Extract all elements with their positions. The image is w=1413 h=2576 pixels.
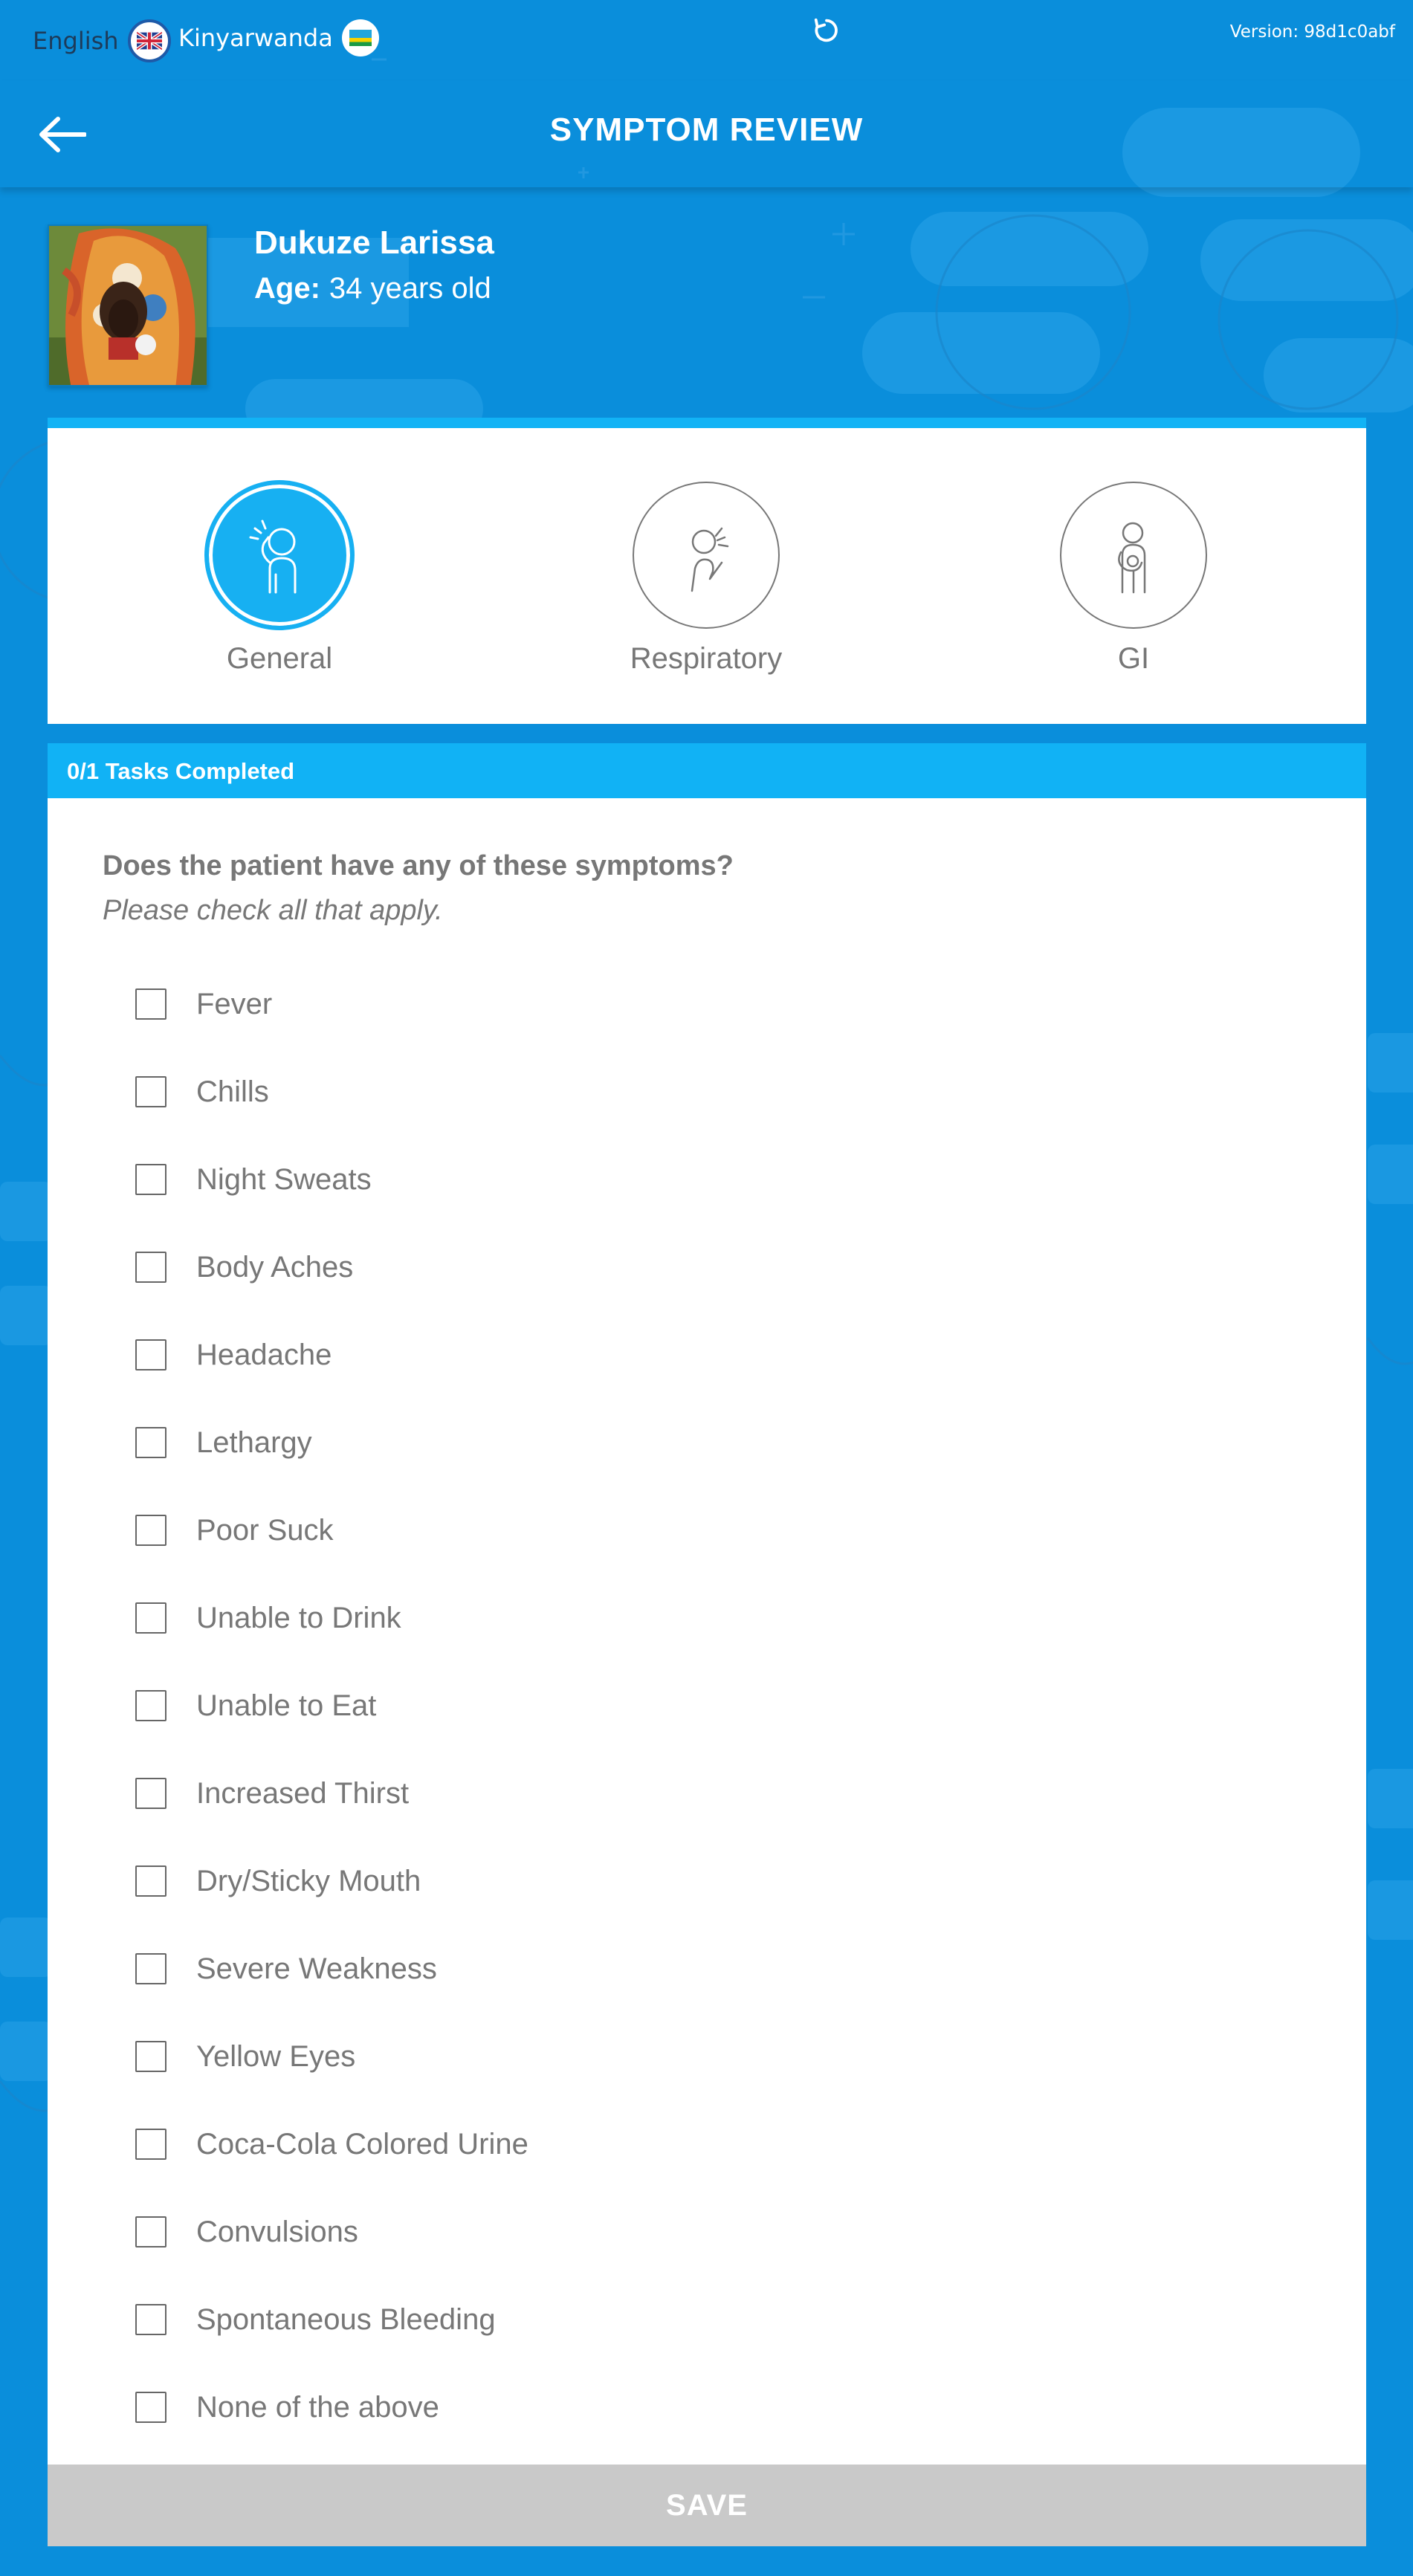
symptom-option-lethargy[interactable]: Lethargy [135,1399,528,1486]
respiratory-symptom-icon [633,482,780,629]
tab-respiratory[interactable]: Respiratory [595,482,818,676]
symptom-option-coca-cola-urine[interactable]: Coca-Cola Colored Urine [135,2100,528,2188]
symptom-options: Fever Chills Night Sweats Body Aches Hea… [135,960,528,2451]
tab-label: Respiratory [630,642,783,675]
symptom-option-increased-thirst[interactable]: Increased Thirst [135,1750,528,1837]
option-label: Lethargy [196,1425,312,1459]
language-label: Kinyarwanda [178,24,333,52]
save-button[interactable]: SAVE [48,2465,1366,2546]
patient-summary: Dukuze Larissa Age: 34 years old [48,224,494,386]
option-label: Convulsions [196,2215,358,2248]
checkbox[interactable] [135,1252,166,1283]
form-question: Does the patient have any of these sympt… [103,850,734,881]
version-label: Version: 98d1c0abf [1229,22,1395,42]
checkbox[interactable] [135,2304,166,2335]
symptom-category-tabs: General Respiratory GI [48,418,1366,724]
checkbox[interactable] [135,1339,166,1370]
symptom-option-fever[interactable]: Fever [135,960,528,1048]
option-label: Fever [196,987,273,1020]
language-kinyarwanda[interactable]: Kinyarwanda [178,19,379,56]
page-title: SYMPTOM REVIEW [549,111,864,148]
symptom-option-unable-to-drink[interactable]: Unable to Drink [135,1574,528,1662]
form-hint: Please check all that apply. [103,895,443,926]
rwanda-flag-icon [341,19,379,56]
checkbox[interactable] [135,1602,166,1634]
symptom-option-severe-weakness[interactable]: Severe Weakness [135,1925,528,2013]
option-label: Yellow Eyes [196,2039,356,2073]
symptom-option-dry-sticky-mouth[interactable]: Dry/Sticky Mouth [135,1837,528,1925]
tab-label: GI [1117,642,1150,675]
refresh-icon[interactable] [812,16,841,45]
gi-symptom-icon [1060,482,1207,629]
symptom-option-yellow-eyes[interactable]: Yellow Eyes [135,2013,528,2100]
symptom-option-spontaneous-bleeding[interactable]: Spontaneous Bleeding [135,2276,528,2363]
option-label: Dry/Sticky Mouth [196,1864,421,1897]
checkbox[interactable] [135,2129,166,2160]
option-label: Headache [196,1338,332,1371]
symptom-option-unable-to-eat[interactable]: Unable to Eat [135,1662,528,1750]
checkbox[interactable] [135,1865,166,1897]
general-symptom-icon [206,482,353,629]
symptom-option-none[interactable]: None of the above [135,2363,528,2451]
checkbox[interactable] [135,2041,166,2072]
option-label: Chills [196,1075,269,1108]
app-header: SYMPTOM REVIEW [0,80,1413,187]
option-label: Body Aches [196,1250,354,1284]
option-label: None of the above [196,2390,439,2424]
checkbox[interactable] [135,988,166,1020]
symptom-form: Does the patient have any of these sympt… [48,798,1366,2465]
option-label: Unable to Drink [196,1601,401,1634]
checkbox[interactable] [135,1515,166,1546]
option-label: Spontaneous Bleeding [196,2302,496,2336]
patient-avatar [48,224,208,386]
option-label: Increased Thirst [196,1776,410,1810]
age-label: Age: [254,272,320,305]
checkbox[interactable] [135,1427,166,1458]
checkbox[interactable] [135,2216,166,2247]
uk-flag-icon [127,19,171,62]
tab-label: General [226,642,333,675]
option-label: Unable to Eat [196,1689,377,1722]
symptom-option-chills[interactable]: Chills [135,1048,528,1136]
tab-gi[interactable]: GI [1022,482,1245,676]
symptom-option-night-sweats[interactable]: Night Sweats [135,1136,528,1223]
option-label: Coca-Cola Colored Urine [196,2127,528,2161]
symptom-option-headache[interactable]: Headache [135,1311,528,1399]
checkbox[interactable] [135,1164,166,1195]
patient-age: Age: 34 years old [254,272,494,305]
option-label: Poor Suck [196,1513,334,1547]
symptom-option-body-aches[interactable]: Body Aches [135,1223,528,1311]
checkbox[interactable] [135,2392,166,2423]
tasks-progress-bar: 0/1 Tasks Completed [48,743,1366,798]
top-bar: English Kinyarwanda Version: 98d1c0abf [0,0,1413,80]
option-label: Night Sweats [196,1162,372,1196]
tab-general[interactable]: General [168,482,391,676]
patient-name: Dukuze Larissa [254,224,494,261]
symptom-option-convulsions[interactable]: Convulsions [135,2188,528,2276]
symptom-option-poor-suck[interactable]: Poor Suck [135,1486,528,1574]
patient-info: Dukuze Larissa Age: 34 years old [254,224,494,386]
age-value: 34 years old [329,272,491,305]
tasks-progress-text: 0/1 Tasks Completed [67,758,295,784]
language-label: English [33,27,119,55]
option-label: Severe Weakness [196,1952,437,1985]
checkbox[interactable] [135,1778,166,1809]
checkbox[interactable] [135,1690,166,1721]
checkbox[interactable] [135,1953,166,1984]
language-english[interactable]: English [33,19,171,62]
checkbox[interactable] [135,1076,166,1107]
